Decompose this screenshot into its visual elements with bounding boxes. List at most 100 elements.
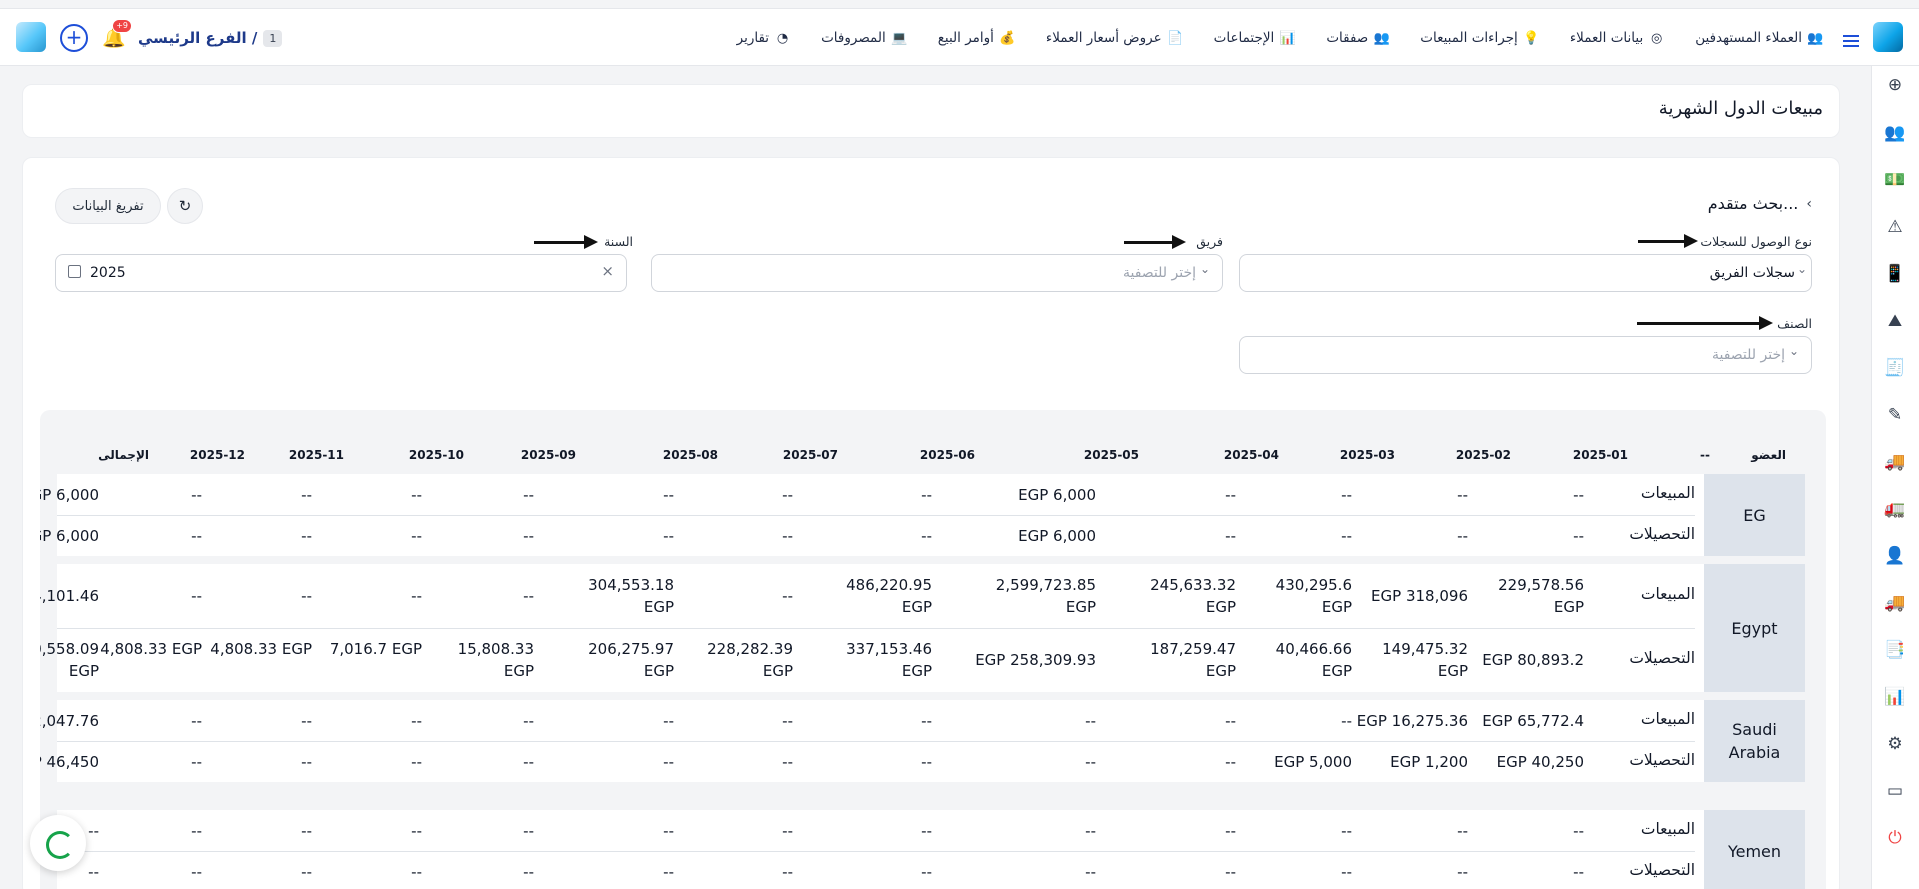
column-header[interactable]: 2025-10 (409, 448, 464, 462)
clear-data-button[interactable]: تفريغ البيانات (55, 188, 161, 224)
nav-item-3[interactable]: 👥 صفقات (1326, 30, 1390, 47)
nav-item-6[interactable]: 💰 أوامر البيع (938, 30, 1016, 47)
add-button[interactable]: + (60, 24, 88, 52)
team-select[interactable]: إختر للتصفية ⌄ (651, 254, 1223, 292)
table-cell: -- (411, 862, 422, 881)
column-header[interactable]: 2025-12 (190, 448, 245, 462)
branch-selector[interactable]: الفرع الرئيسي / 1 (138, 29, 283, 47)
app-logo[interactable] (1873, 22, 1903, 52)
page-title: مبيعات الدول الشهرية (1658, 98, 1823, 119)
table-cell: -- (411, 821, 422, 840)
table-cell: -- (663, 862, 674, 881)
column-header[interactable]: 2025-11 (289, 448, 344, 462)
category-select[interactable]: إختر للتصفية ⌄ (1239, 336, 1812, 374)
table-cell: -- (921, 752, 932, 771)
table-cell: -- (1225, 862, 1236, 881)
nav-item-2[interactable]: 💡 إجراءات المبيعات (1420, 30, 1540, 47)
column-header[interactable]: 2025-05 (1084, 448, 1139, 462)
advanced-search-toggle[interactable]: ‹ بحث متقدم... (1708, 194, 1812, 213)
table-cell: -- (782, 526, 793, 545)
table-cell: -- (411, 526, 422, 545)
nav-item-8[interactable]: ◔ تقارير (737, 30, 791, 47)
warning-icon[interactable]: ⚠ (1884, 216, 1906, 238)
annotation-arrow (1638, 234, 1698, 248)
invoice-icon[interactable]: 🧾 (1884, 357, 1906, 379)
pen-icon[interactable]: ✎ (1884, 404, 1906, 426)
table-cell: 2,599,723.85 EGP (995, 576, 1096, 616)
table-cell: -- (1225, 526, 1236, 545)
settings-icon[interactable]: ⚙ (1884, 733, 1906, 755)
table-cell: EGP 4,614,101.46 (40, 587, 99, 605)
nav-item-1[interactable]: ◎ بيانات العملاء (1570, 30, 1665, 47)
add-truck-icon[interactable]: 🚚 (1884, 592, 1906, 614)
table-cell: -- (1225, 485, 1236, 504)
table-cell: EGP 6,000 (40, 526, 99, 545)
add-record-icon[interactable]: ⊕ (1884, 74, 1906, 96)
column-header[interactable]: 2025-01 (1573, 448, 1628, 462)
nav-item-0[interactable]: 👥 العملاء المستهدفين (1695, 30, 1824, 47)
column-header: -- (1700, 448, 1710, 462)
column-header[interactable]: الإجمالى (98, 448, 149, 462)
report-chart-icon[interactable]: 📊 (1884, 686, 1906, 708)
annotation-arrow (534, 235, 598, 249)
top-navbar: 👥 العملاء المستهدفين ◎ بيانات العملاء 💡 إجراء… (0, 8, 1919, 66)
table-cell: -- (1085, 752, 1096, 771)
screen-icon[interactable]: ▭ (1884, 780, 1906, 802)
user-settings-icon[interactable]: 👤 (1884, 545, 1906, 567)
table-cell: EGP 258,309.93 (975, 651, 1096, 669)
chevron-down-icon: ⌄ (1199, 262, 1210, 276)
column-header[interactable]: 2025-06 (920, 448, 975, 462)
column-header[interactable]: 2025-09 (521, 448, 576, 462)
table-cell: -- (782, 711, 793, 730)
table-cell: 206,275.97 EGP (588, 640, 674, 680)
secondary-logo[interactable] (16, 22, 46, 52)
column-header[interactable]: 2025-07 (783, 448, 838, 462)
delivery-icon[interactable]: 🚚 (1884, 451, 1906, 473)
bell-icon[interactable]: 🔔 +9 (102, 19, 132, 49)
nav-item-label: الإجتماعات (1213, 30, 1275, 46)
column-header[interactable]: 2025-02 (1456, 448, 1511, 462)
mountain-icon[interactable]: ⛰ (1884, 310, 1906, 332)
nav-item-label: عروض أسعار العملاء (1045, 30, 1162, 46)
title-card: مبيعات الدول الشهرية (22, 84, 1840, 138)
mobile-icon[interactable]: 📱 (1884, 263, 1906, 285)
table-cell: EGP 65,772.4 (1482, 711, 1584, 730)
table-cell: 228,282.39 EGP (707, 640, 793, 680)
table-cell: -- (1457, 526, 1468, 545)
nav-item-4[interactable]: 📊 الإجتماعات (1214, 30, 1297, 47)
nav-item-label: تقارير (736, 30, 770, 46)
table-cell: 486,220.95 EGP (846, 576, 932, 616)
main-nav: 👥 العملاء المستهدفين ◎ بيانات العملاء 💡 إجراء… (737, 9, 1824, 67)
table-cell: -- (191, 587, 202, 605)
table-cell: -- (1225, 752, 1236, 771)
row-label: التحصيلات (1629, 649, 1695, 667)
table-cell: 4,808.33 EGP (100, 640, 202, 658)
truck-settings-icon[interactable]: 🚛 (1884, 498, 1906, 520)
refresh-button[interactable]: ↻ (167, 188, 203, 224)
year-picker[interactable]: 2025 × (55, 254, 627, 292)
table-cell: 7,016.7 EGP (329, 640, 422, 658)
meetings-icon: 📊 (1279, 30, 1296, 46)
column-header[interactable]: 2025-08 (663, 448, 718, 462)
nav-item-7[interactable]: 💻 المصروفات (821, 30, 908, 47)
access-type-select[interactable]: سجلات الفريق ⌄ (1239, 254, 1812, 292)
table-cell: -- (88, 821, 99, 840)
power-icon[interactable]: ⏻ (1884, 827, 1906, 849)
table-cell: EGP 6,000 (40, 485, 99, 504)
table-cell: -- (411, 587, 422, 605)
column-header[interactable]: 2025-04 (1224, 448, 1279, 462)
table-cell: EGP 1,200 (1390, 752, 1468, 771)
category-label: الصنف (1777, 316, 1812, 331)
nav-item-5[interactable]: 📄 عروض أسعار العملاء (1046, 30, 1184, 47)
clear-year-icon[interactable]: × (601, 262, 614, 280)
table-cell: 4,808.33 EGP (210, 640, 312, 658)
document-icon[interactable]: 📑 (1884, 639, 1906, 661)
column-header[interactable]: 2025-03 (1340, 448, 1395, 462)
table-cell: -- (523, 862, 534, 881)
table-cell: -- (1085, 821, 1096, 840)
team-icon[interactable]: 👥 (1884, 122, 1906, 144)
country-name: EG (1704, 474, 1805, 556)
row-divider (57, 515, 1695, 516)
cash-icon[interactable]: 💵 (1884, 169, 1906, 191)
menu-icon[interactable] (1843, 35, 1859, 47)
